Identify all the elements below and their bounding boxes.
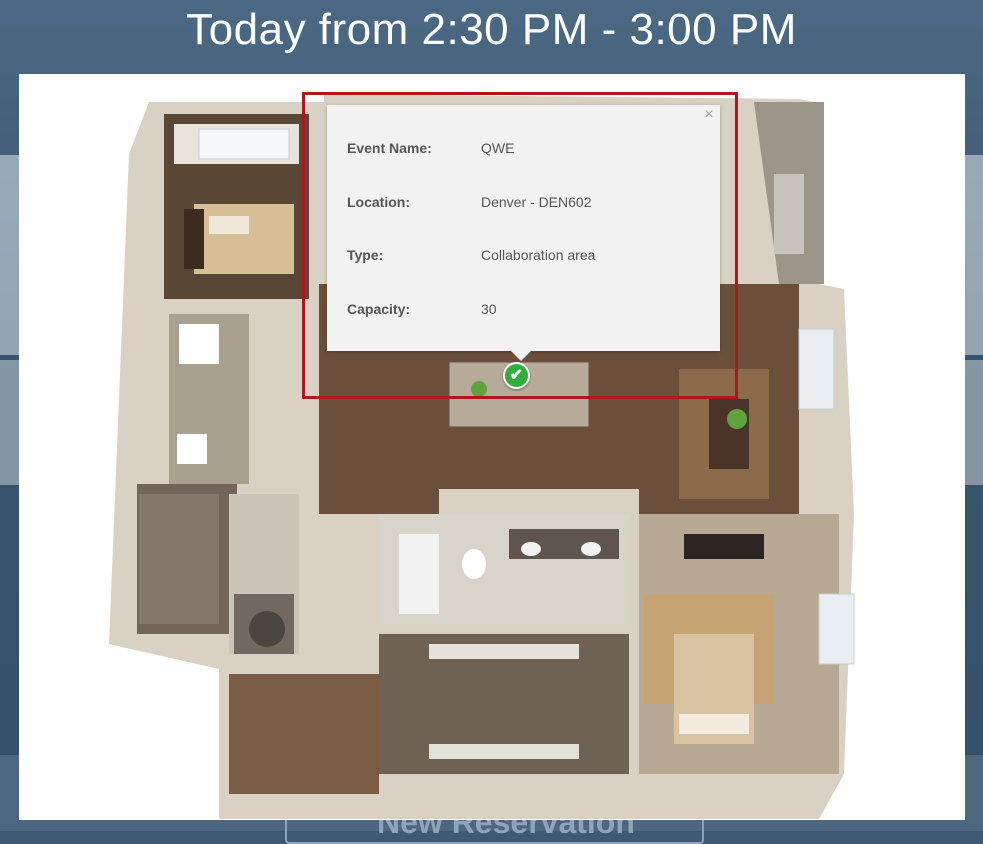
page-title: Today from 2:30 PM - 3:00 PM bbox=[186, 5, 797, 54]
capacity-value: 30 bbox=[481, 301, 497, 317]
capacity-label: Capacity: bbox=[347, 301, 411, 317]
location-row: Location: Denver - DEN602 bbox=[347, 194, 707, 214]
type-row: Type: Collaboration area bbox=[347, 247, 707, 267]
location-label: Location: bbox=[347, 194, 410, 210]
capacity-row: Capacity: 30 bbox=[347, 301, 707, 321]
event-name-row: Event Name: QWE bbox=[347, 140, 707, 160]
type-value: Collaboration area bbox=[481, 247, 596, 263]
event-name-value: QWE bbox=[481, 140, 515, 156]
close-icon[interactable]: × bbox=[702, 107, 716, 123]
event-name-label: Event Name: bbox=[347, 140, 432, 156]
type-label: Type: bbox=[347, 247, 384, 263]
event-details-popup: × Event Name: QWE Location: Denver - DEN… bbox=[327, 105, 720, 361]
popup-pointer bbox=[511, 351, 531, 361]
location-value: Denver - DEN602 bbox=[481, 194, 592, 210]
check-circle-icon[interactable]: ✔ bbox=[503, 362, 530, 389]
